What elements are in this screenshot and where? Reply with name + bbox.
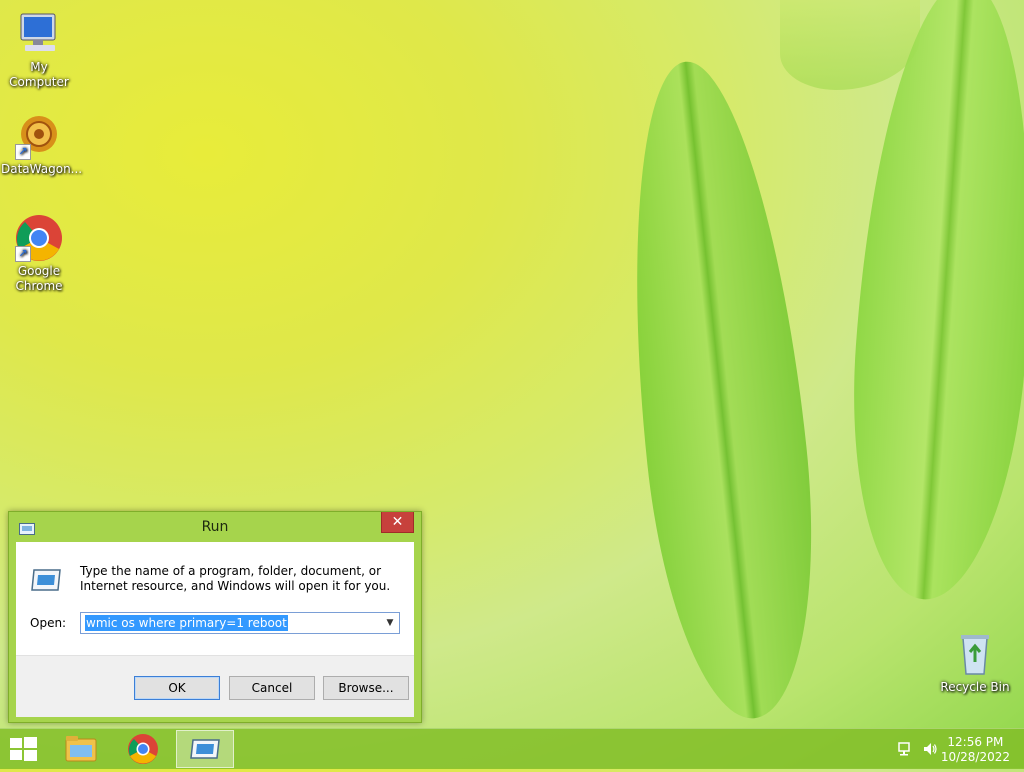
clock-time: 12:56 PM [947,735,1004,749]
run-dialog: Run ✕ Type the name of a program, folder… [8,511,422,723]
open-input-value[interactable]: wmic os where primary=1 reboot [85,615,288,631]
run-dialog-body: Type the name of a program, folder, docu… [16,542,414,717]
desktop-icon-google-chrome[interactable]: ↗ Google Chrome [1,214,77,294]
wallpaper-stem [780,0,920,90]
run-description: Type the name of a program, folder, docu… [80,564,391,593]
taskbar-chrome[interactable] [114,730,172,768]
clock-date: 10/28/2022 [940,750,1010,764]
shortcut-arrow-icon: ↗ [15,144,31,160]
datawagon-icon: ↗ [15,112,63,160]
network-icon[interactable] [898,741,914,757]
chrome-icon: ↗ [15,214,63,262]
chevron-down-icon[interactable]: ▼ [383,615,397,631]
windows-logo-icon [10,738,22,748]
wallpaper-leaf [605,53,835,727]
desktop-icon-label: My Computer [9,60,69,89]
desktop-icon-recycle-bin[interactable]: Recycle Bin [937,630,1013,695]
run-dialog-title: Run [201,519,229,535]
chrome-icon [128,734,158,764]
ok-button[interactable]: OK [134,676,220,700]
run-icon [190,739,220,759]
open-combobox[interactable]: wmic os where primary=1 reboot ▼ [80,612,400,634]
desktop-icon-label: Recycle Bin [940,680,1010,694]
volume-icon[interactable] [922,741,938,757]
recycle-bin-icon [951,630,999,678]
taskbar-file-explorer[interactable] [52,730,110,768]
close-button[interactable]: ✕ [381,512,414,533]
file-explorer-icon [65,736,97,762]
run-dialog-titlebar[interactable]: Run ✕ [9,512,421,542]
cancel-button[interactable]: Cancel [229,676,315,700]
clock[interactable]: 12:56 PM 10/28/2022 [941,735,1010,765]
taskbar-run[interactable] [176,730,234,768]
taskbar: 12:56 PM 10/28/2022 [0,728,1024,769]
run-program-icon [30,568,62,592]
open-label: Open: [30,616,67,630]
start-button[interactable] [10,737,38,761]
computer-icon [15,10,63,58]
wallpaper-leaf [838,0,1024,606]
shortcut-arrow-icon: ↗ [15,246,31,262]
desktop-icon-my-computer[interactable]: My Computer [1,10,77,90]
desktop-icon-label: Google Chrome [15,264,63,293]
desktop-icon-datawagon[interactable]: ↗ DataWagon... [1,112,82,177]
desktop-icon-label: DataWagon... [1,162,83,176]
browse-button[interactable]: Browse... [323,676,409,700]
